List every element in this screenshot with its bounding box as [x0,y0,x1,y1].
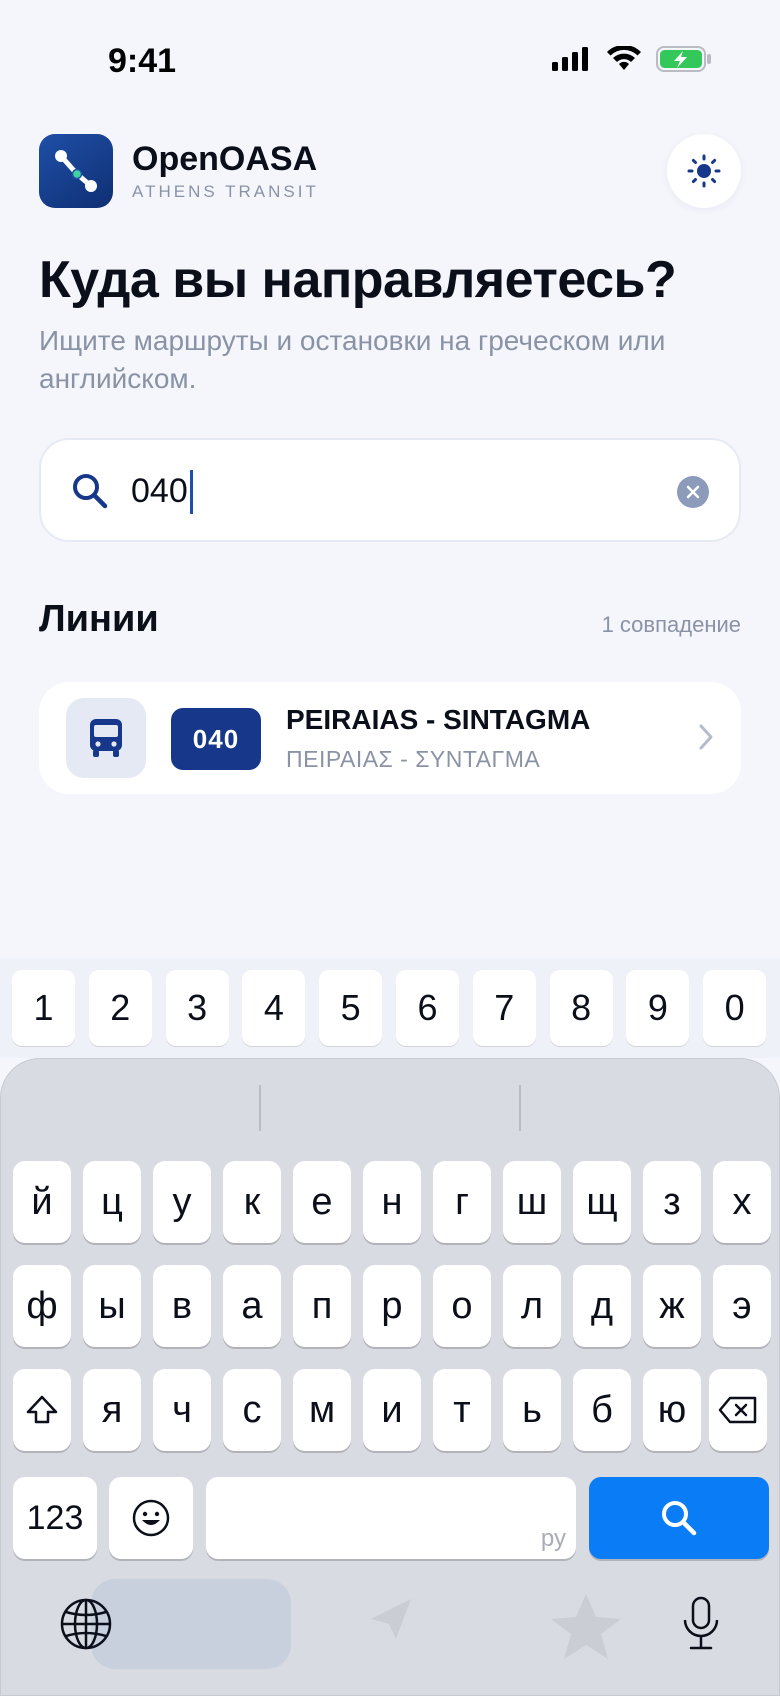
number-key[interactable]: 0 [703,970,767,1046]
search-icon [662,1501,697,1536]
bus-icon [66,698,146,778]
letter-key[interactable]: а [223,1265,281,1347]
number-key[interactable]: 5 [319,970,383,1046]
letter-key[interactable]: р [363,1265,421,1347]
mode-123-key[interactable]: 123 [13,1477,97,1559]
letter-key[interactable]: ь [503,1369,561,1451]
suggestion-divider [259,1085,261,1131]
globe-key[interactable] [51,1589,121,1659]
number-row: 1234567890 [0,958,780,1058]
number-key[interactable]: 4 [242,970,306,1046]
suggestion-divider [519,1085,521,1131]
letter-key[interactable]: э [713,1265,771,1347]
letter-key[interactable]: з [643,1161,701,1243]
letter-key[interactable]: ю [643,1369,701,1451]
status-bar: 9:41 [0,0,780,120]
letter-key[interactable]: х [713,1161,771,1243]
route-greek-name: ΠΕΙΡΑΙΑΣ - ΣΥΝΤΑΓΜΑ [286,746,541,772]
letter-key[interactable]: ц [83,1161,141,1243]
letter-key[interactable]: ы [83,1265,141,1347]
app-name: OpenOASA [132,140,318,178]
lines-section-title: Линии [39,598,159,640]
dictation-key[interactable] [666,1589,736,1659]
cellular-signal-icon [552,47,588,71]
letter-key[interactable]: д [573,1265,631,1347]
number-key[interactable]: 9 [626,970,690,1046]
search-icon [73,474,108,509]
letter-key[interactable]: ж [643,1265,701,1347]
letter-key[interactable]: е [293,1161,351,1243]
app-subtitle: ATHENS TRANSIT [132,182,319,201]
route-name: PEIRAIAS - SINTAGMA [286,704,591,735]
letter-key[interactable]: с [223,1369,281,1451]
letter-key[interactable]: л [503,1265,561,1347]
text-caret [190,470,193,514]
page-subtitle: Ищите маршруты и остановки на греческом … [39,325,666,394]
battery-charging-icon [656,46,711,72]
letter-key[interactable]: ф [13,1265,71,1347]
backspace-key[interactable] [709,1369,767,1451]
number-key[interactable]: 1 [12,970,75,1046]
letter-key[interactable]: т [433,1369,491,1451]
number-key[interactable]: 2 [88,970,152,1046]
letter-key[interactable]: н [363,1161,421,1243]
keyboard-search-key[interactable] [589,1477,769,1559]
letter-key[interactable]: ш [503,1161,561,1243]
number-key[interactable]: 3 [165,970,229,1046]
space-key[interactable]: ру [206,1477,576,1559]
chevron-right-icon [699,724,713,750]
sun-icon [687,154,721,188]
globe-icon [60,1598,112,1650]
letter-key[interactable]: у [153,1161,211,1243]
route-list-item[interactable]: 040 PEIRAIAS - SINTAGMA ΠΕΙΡΑΙΑΣ - ΣΥΝΤΑ… [39,682,741,794]
letter-key[interactable]: в [153,1265,211,1347]
language-hint: ру [540,1525,566,1552]
letter-key[interactable]: п [293,1265,351,1347]
letter-key[interactable]: щ [573,1161,631,1243]
letter-key[interactable]: к [223,1161,281,1243]
emoji-key[interactable] [109,1477,193,1559]
lines-match-count: 1 совпадение [601,612,741,637]
app-header: OpenOASA ATHENS TRANSIT [39,134,741,208]
letter-key[interactable]: о [433,1265,491,1347]
letter-key[interactable]: г [433,1161,491,1243]
wifi-icon [607,46,641,70]
status-time: 9:41 [108,42,177,80]
theme-toggle-button[interactable] [667,134,741,208]
letter-key[interactable]: ч [153,1369,211,1451]
number-key[interactable]: 7 [472,970,536,1046]
letter-key[interactable]: б [573,1369,631,1451]
number-key[interactable]: 8 [549,970,613,1046]
letter-key[interactable]: я [83,1369,141,1451]
shift-key[interactable] [13,1369,71,1451]
microphone-icon [683,1596,719,1650]
page-title: Куда вы направляетесь? [39,251,677,309]
letter-key[interactable]: и [363,1369,421,1451]
status-icons [552,46,712,72]
close-icon [686,485,700,499]
letter-key[interactable]: й [13,1161,71,1243]
letter-key[interactable]: м [293,1369,351,1451]
search-box[interactable] [39,438,741,542]
route-code-badge: 040 [171,708,261,770]
search-input[interactable] [131,466,631,516]
shift-icon [26,1395,58,1424]
number-key[interactable]: 6 [396,970,459,1046]
emoji-icon [132,1499,170,1537]
clear-search-button[interactable] [677,476,709,508]
backspace-icon [718,1396,757,1424]
keyboard: 123 ру й ц у к е н г ш щ з х ф ы в а п р… [0,1058,780,1696]
app-logo-icon [39,134,113,208]
